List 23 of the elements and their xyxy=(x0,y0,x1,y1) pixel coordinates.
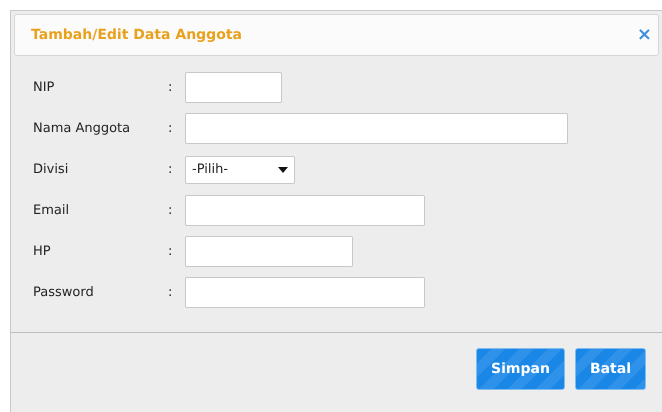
field-label: Nama Anggota xyxy=(33,120,132,138)
colon-separator: : xyxy=(168,284,174,302)
field-label: HP xyxy=(33,242,52,261)
field-label: NIP xyxy=(33,78,56,97)
select-field[interactable]: -Pilih- xyxy=(185,156,295,184)
colon-separator: : xyxy=(168,120,174,138)
colon-separator: : xyxy=(168,160,174,179)
field-label: Email xyxy=(33,202,70,220)
input-field[interactable] xyxy=(185,195,425,226)
cancel-button[interactable]: Batal xyxy=(574,348,646,390)
input-field[interactable] xyxy=(185,236,353,267)
input-field[interactable] xyxy=(185,277,425,308)
colon-separator: : xyxy=(168,78,174,97)
save-button[interactable]: Simpan xyxy=(476,348,565,390)
caret-icon xyxy=(278,166,288,172)
field-label: Divisi xyxy=(33,160,70,179)
input-field[interactable] xyxy=(185,113,568,144)
dialog-title: Tambah/Edit Data Anggota xyxy=(31,26,242,44)
colon-separator: : xyxy=(168,242,174,261)
field-label: Password xyxy=(33,284,95,302)
colon-separator: : xyxy=(168,202,174,220)
input-field[interactable] xyxy=(185,72,282,103)
close-button[interactable]: × xyxy=(636,26,652,44)
